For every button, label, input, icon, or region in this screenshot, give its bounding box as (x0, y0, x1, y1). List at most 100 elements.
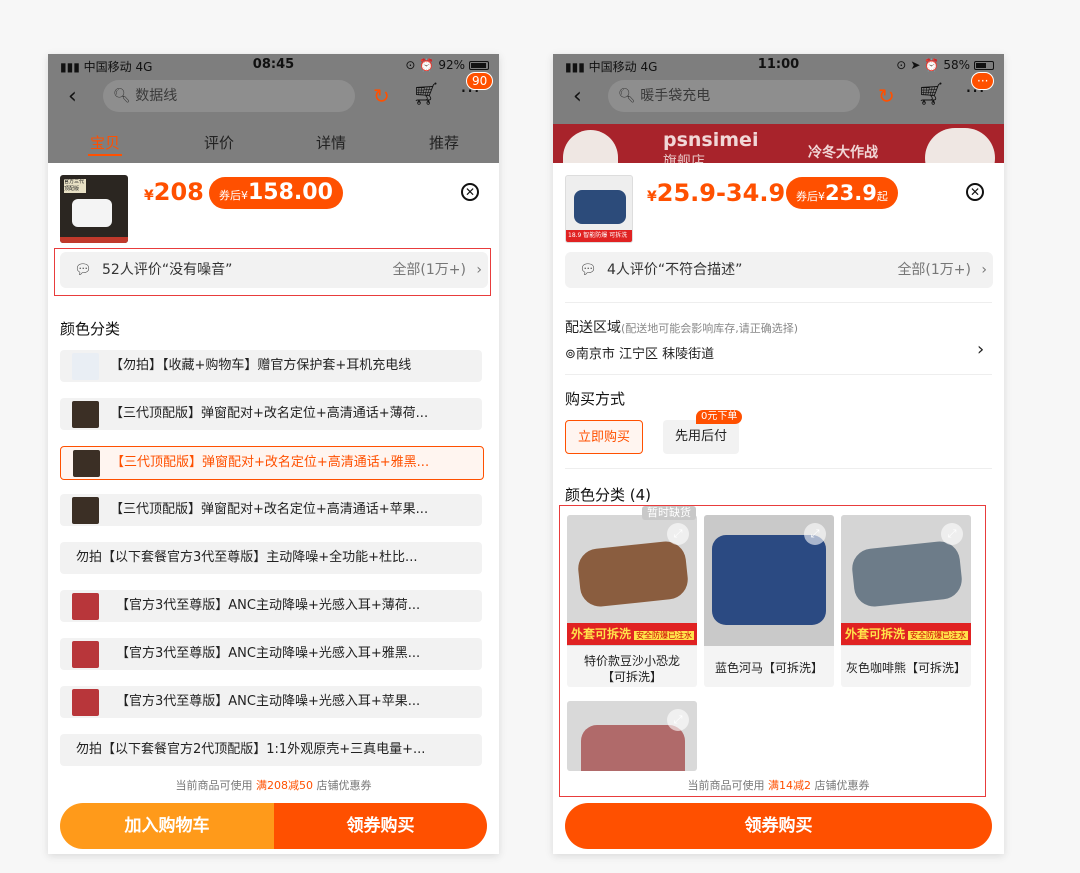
thumb-text-2: 顶配版 (64, 186, 80, 192)
sku-option-selected[interactable]: 【三代顶配版】弹窗配对+改名定位+高清通话+雅黑... (60, 446, 484, 480)
coupon-price-value: 158.00 (248, 180, 333, 205)
search-placeholder: 暖手袋充电 (640, 88, 711, 104)
back-icon[interactable]: ‹ (68, 84, 77, 109)
expand-icon[interactable]: ⤢ (667, 709, 689, 731)
expand-icon[interactable]: ⤢ (667, 523, 689, 545)
review-summary-row[interactable]: 💬︎ 4人评价“不符合描述” 全部(1万+) › (565, 252, 993, 288)
zero-yuan-badge: 0元下单 (696, 410, 743, 424)
delivery-address-row[interactable]: ⊚南京市 江宁区 秣陵街道 (565, 343, 714, 362)
delivery-note: (配送地可能会影响库存,请正确选择) (621, 322, 799, 335)
search-input[interactable]: 🔍︎ 数据线 (103, 80, 355, 112)
nav-row: ‹ 🔍︎ 数据线 ↻ 🛒︎ ⋯ 90 (48, 72, 499, 114)
add-to-cart-button[interactable]: 加入购物车 (60, 803, 274, 849)
sku-option[interactable]: 【官方3代至尊版】ANC主动降噪+光感入耳+雅黑... (60, 638, 482, 670)
top-header-dimmed: ▮▮▮ 中国移动 4G 08:45 ⊙ ⏰ 92% ‹ 🔍︎ 数据线 ↻ 🛒︎ ⋯ … (48, 54, 499, 163)
divider (565, 302, 992, 303)
back-icon[interactable]: ‹ (573, 84, 582, 109)
battery-icon (974, 60, 994, 70)
search-placeholder: 数据线 (135, 88, 178, 104)
price-value: 208 (153, 178, 204, 206)
chevron-right-icon[interactable]: › (977, 339, 984, 360)
sku-sheet: 18.9 智能防爆 可拆洗 ¥25.9-34.9 券后¥23.9起 ✕ 💬︎ 4… (553, 163, 1004, 854)
coupon-price-badge: 券后¥158.00 (209, 177, 343, 209)
search-icon: 🔍︎ (618, 88, 636, 104)
product-thumbnail: 官方三代 顶配版 (60, 175, 128, 243)
color-option-card[interactable]: ⤢ (567, 701, 697, 771)
color-option-card[interactable]: ⤢ 外套可拆洗 安全防爆已注水 特价款豆沙小恐龙 【可拆洗】 (567, 515, 697, 687)
coupon-buy-button[interactable]: 领券购买 (274, 803, 487, 849)
option-thumb (72, 689, 99, 716)
share-icon[interactable]: ↻ (878, 84, 895, 108)
banner-product-image (925, 128, 995, 163)
thumb-text-1: 官方三代 (64, 179, 85, 185)
price-value: 25.9-34.9 (656, 179, 786, 207)
product-thumbnail: 18.9 智能防爆 可拆洗 (565, 175, 633, 243)
coupon-footnote: 当前商品可使用 满208减50 店铺优惠券 (175, 779, 372, 792)
soldout-badge: 暂时缺货 (642, 506, 696, 520)
tab-details[interactable]: 详情 (316, 132, 346, 153)
color-option-label: 蓝色河马【可拆洗】 (714, 661, 823, 675)
hippo-warmer-image (712, 535, 826, 625)
sku-option[interactable]: 【勿拍】【收藏+购物车】赠官方保护套+耳机充电线 (60, 350, 482, 382)
battery-icon (469, 60, 489, 70)
price: ¥208 (144, 178, 204, 206)
top-header-dimmed: ▮▮▮ 中国移动 4G 11:00 ⊙ ➤ ⏰ 58% ‹ 🔍︎ 暖手袋充电 ↻ 🛒︎… (553, 54, 1004, 163)
thumb-price: 18.9 (568, 232, 582, 239)
shop-banner: psnsimei 旗舰店 冷冬大作战 (553, 124, 1004, 163)
color-option-card[interactable]: ⤢ 外套可拆洗 安全防爆已注水 灰色咖啡熊【可拆洗】 (841, 515, 971, 687)
comment-icon: 💬︎ (579, 262, 597, 278)
section-title-color: 颜色分类 (60, 320, 121, 338)
share-icon[interactable]: ↻ (373, 84, 390, 108)
pink-warmer-image (581, 725, 685, 771)
sku-option[interactable]: 勿拍【以下套餐官方3代至尊版】主动降噪+全功能+杜比... (60, 542, 482, 574)
cart-icon[interactable]: 🛒︎ (412, 82, 440, 107)
coupon-buy-button[interactable]: 领券购买 (565, 803, 992, 849)
sku-option[interactable]: 【官方3代至尊版】ANC主动降噪+光感入耳+薄荷... (60, 590, 482, 622)
tab-reviews[interactable]: 评价 (204, 132, 234, 153)
purchase-title: 购买方式 (565, 390, 626, 408)
expand-icon[interactable]: ⤢ (804, 523, 826, 545)
divider (565, 374, 992, 375)
color-option-label: 特价款豆沙小恐龙 【可拆洗】 (583, 654, 680, 684)
tab-recommend[interactable]: 推荐 (429, 132, 459, 153)
right-phone-screen: ▮▮▮ 中国移动 4G 11:00 ⊙ ➤ ⏰ 58% ‹ 🔍︎ 暖手袋充电 ↻ 🛒︎… (553, 54, 1004, 854)
alarm-icon: ⏰ (419, 58, 435, 72)
cart-badge: 90 (466, 72, 494, 90)
more-badge: ··· (971, 72, 995, 90)
chevron-right-icon: › (981, 262, 987, 278)
delivery-address: 南京市 江宁区 秣陵街道 (575, 347, 715, 362)
promo-strip: 外套可拆洗 安全防爆已注水 (841, 623, 971, 645)
color-option-card[interactable]: ⤢ 蓝色河马【可拆洗】 (704, 515, 834, 687)
tab-underline (88, 154, 122, 156)
option-thumb (72, 641, 99, 668)
coupon-price-badge: 券后¥23.9起 (786, 177, 898, 209)
cart-icon[interactable]: 🛒︎ (917, 82, 945, 107)
left-phone-screen: ▮▮▮ 中国移动 4G 08:45 ⊙ ⏰ 92% ‹ 🔍︎ 数据线 ↻ 🛒︎ ⋯ … (48, 54, 499, 854)
dinosaur-warmer-image (576, 539, 690, 609)
sku-option[interactable]: 【三代顶配版】弹窗配对+改名定位+高清通话+苹果... (60, 494, 482, 526)
earbuds-image (72, 199, 112, 227)
sku-option[interactable]: 【三代顶配版】弹窗配对+改名定位+高清通话+薄荷... (60, 398, 482, 430)
sku-sheet: 官方三代 顶配版 ¥208 券后¥158.00 ✕ 💬︎ 52人评价“没有噪音” … (48, 163, 499, 854)
buy-now-option[interactable]: 立即购买 (565, 420, 644, 454)
location-icon: ⊚ (565, 347, 576, 362)
bear-warmer-image (850, 539, 964, 609)
tab-item[interactable]: 宝贝 (90, 132, 120, 153)
coupon-footnote: 当前商品可使用 满14减2 店铺优惠券 (687, 779, 870, 792)
review-text: 4人评价“不符合描述” (607, 262, 743, 278)
battery-percent: 92% (438, 58, 465, 72)
close-icon[interactable]: ✕ (966, 183, 984, 201)
sku-option[interactable]: 勿拍【以下套餐官方2代顶配版】1:1外观原壳+三真电量+... (60, 734, 482, 766)
color-title: 颜色分类 (4) (565, 486, 652, 504)
search-input[interactable]: 🔍︎ 暖手袋充电 (608, 80, 860, 112)
pay-later-option[interactable]: 先用后付 (663, 420, 740, 454)
close-icon[interactable]: ✕ (461, 183, 479, 201)
lock-icon: ⊙ (405, 58, 416, 72)
review-all-link[interactable]: 全部(1万+) (897, 252, 971, 288)
sku-option[interactable]: 【官方3代至尊版】ANC主动降噪+光感入耳+苹果... (60, 686, 482, 718)
alarm-icon: ⏰ (924, 58, 940, 72)
banner-sub: 旗舰店 (663, 154, 705, 163)
option-thumb (73, 450, 100, 477)
option-thumb (72, 401, 99, 428)
expand-icon[interactable]: ⤢ (941, 523, 963, 545)
